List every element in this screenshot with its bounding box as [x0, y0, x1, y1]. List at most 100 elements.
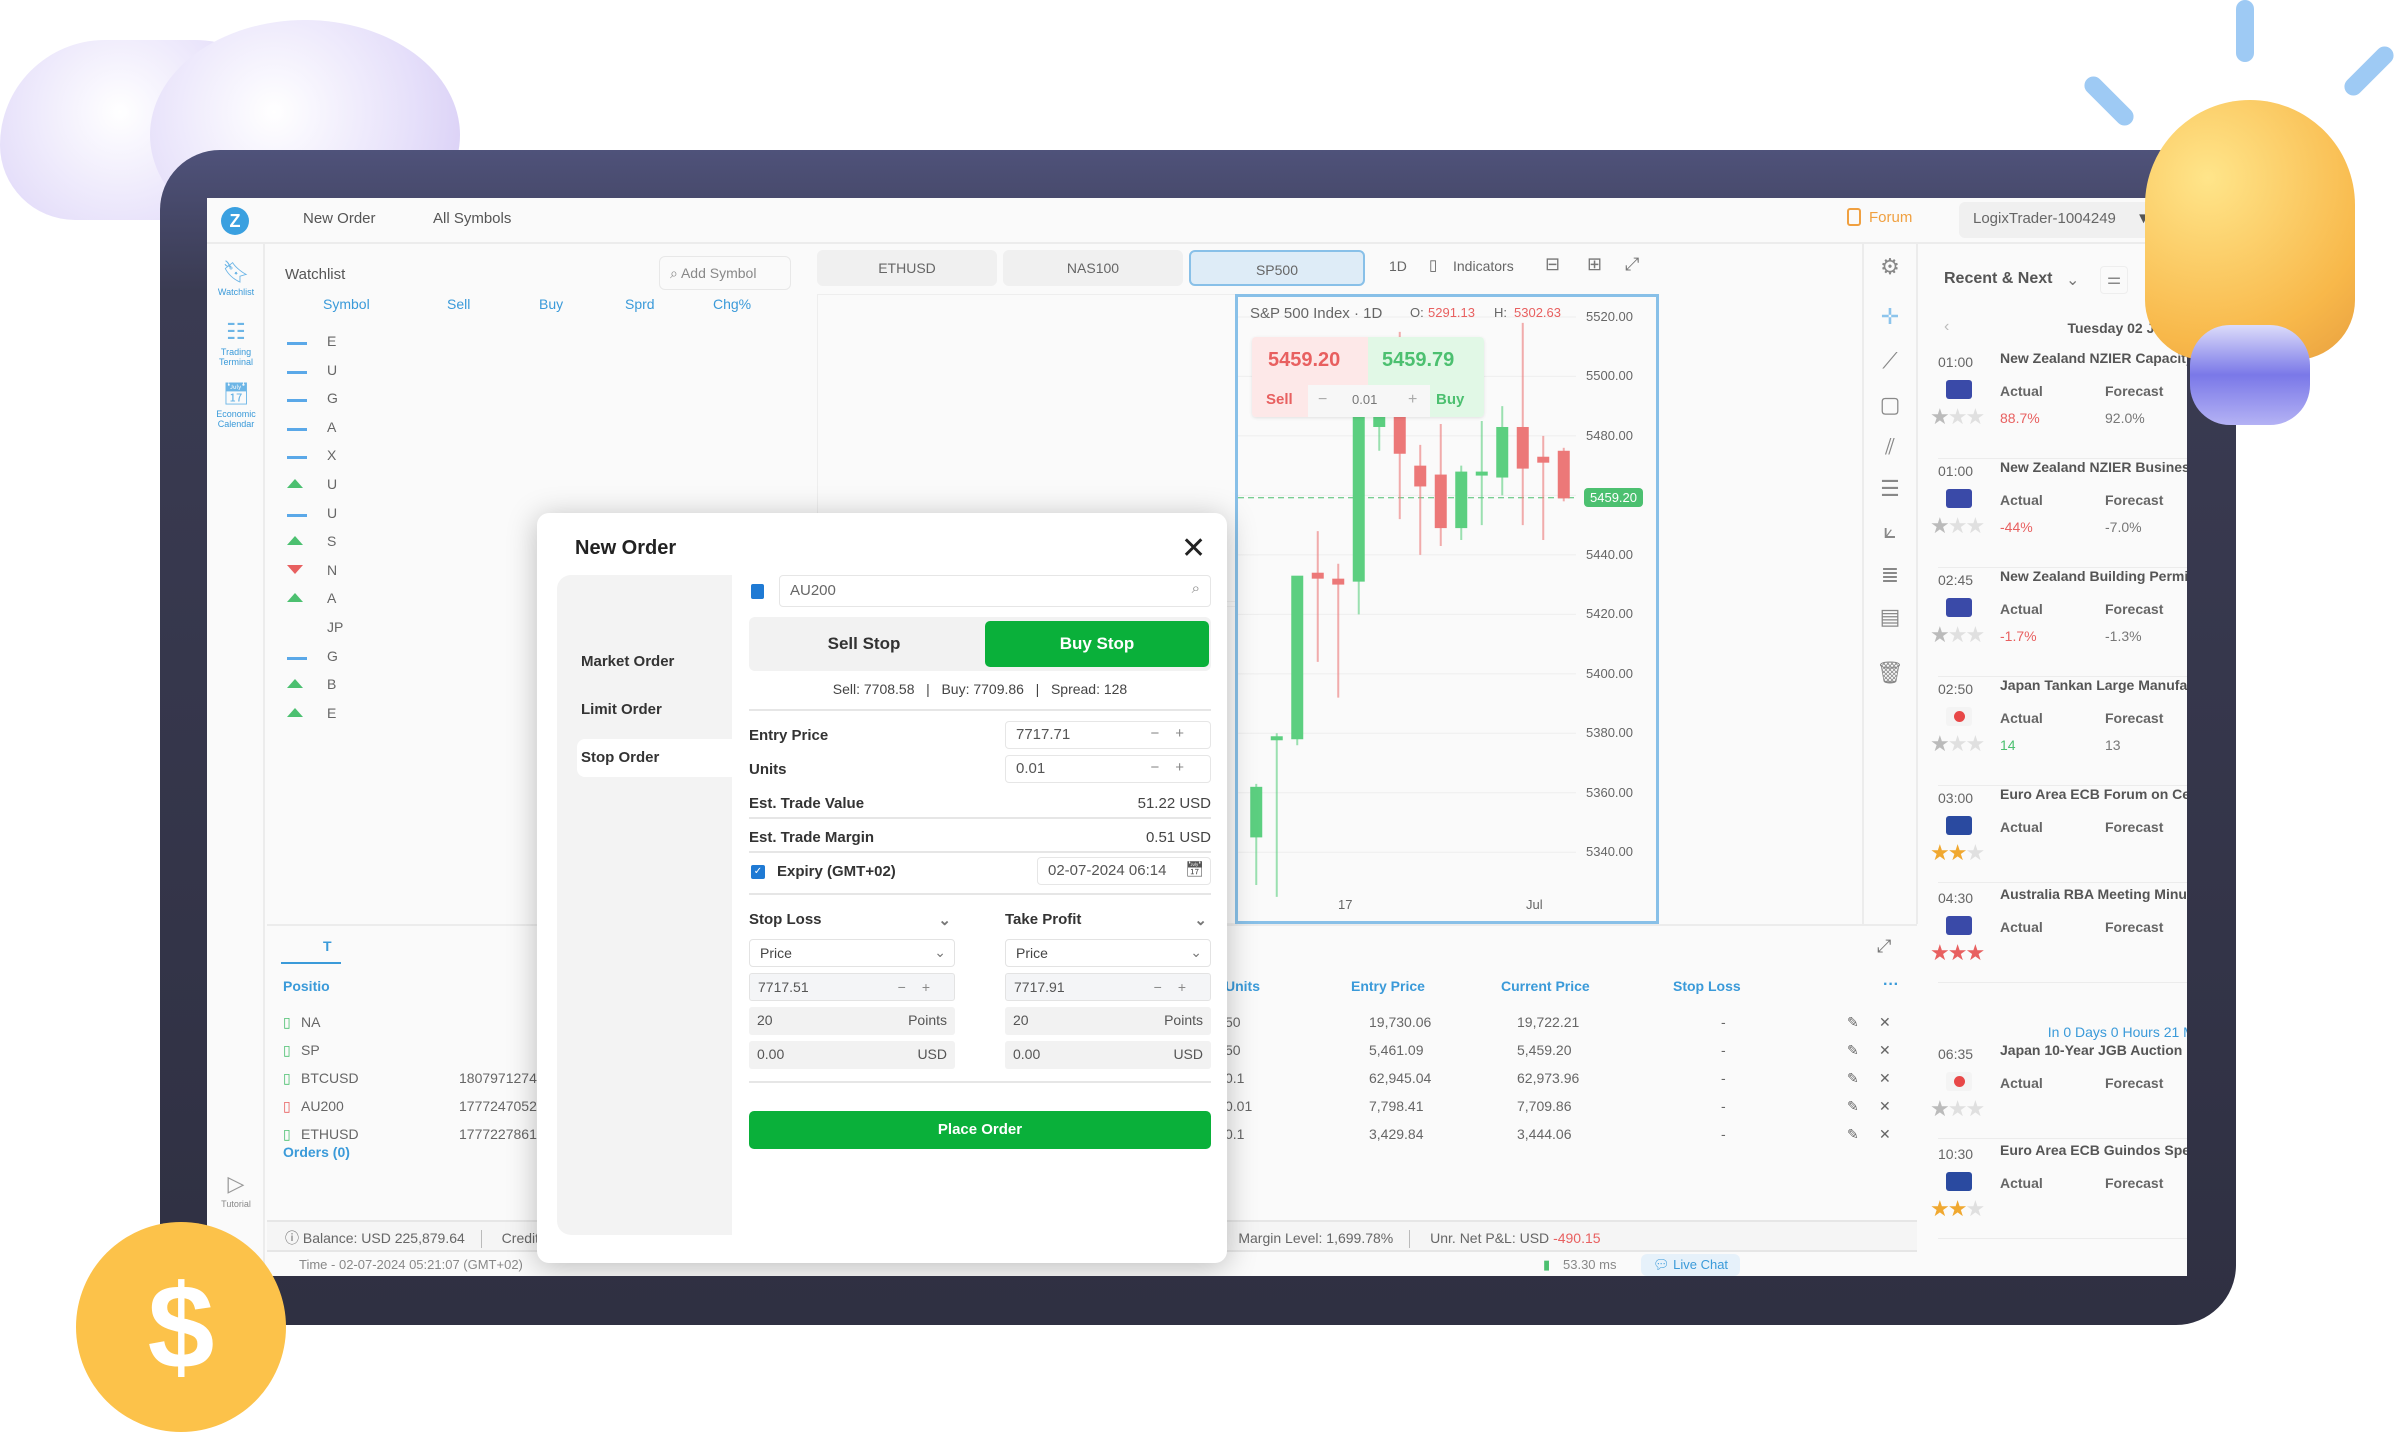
edit-icon[interactable]: ✎ — [1847, 1126, 1859, 1143]
watchlist-symbol[interactable]: E — [327, 333, 336, 349]
col-buy[interactable]: Buy — [539, 296, 563, 312]
expiry-input[interactable]: 02-07-2024 06:14 📅︎ — [1037, 857, 1211, 885]
watchlist-symbol[interactable]: B — [327, 676, 336, 692]
buy-stop-button[interactable]: Buy Stop — [985, 621, 1209, 667]
tab-nas100[interactable]: NAS100 — [1003, 250, 1183, 286]
live-chat-button[interactable]: 💬︎ Live Chat — [1641, 1254, 1741, 1276]
minus-plus-icons[interactable]: −+ — [1154, 979, 1202, 995]
edit-icon[interactable]: ✎ — [1847, 1070, 1859, 1087]
crosshair-icon[interactable]: ✛ — [1864, 304, 1916, 330]
symbol-input[interactable]: AU200 ⌕ — [779, 575, 1211, 607]
chevron-down-icon[interactable]: ⌄ — [2066, 270, 2079, 290]
calendar-title[interactable]: Recent & Next — [1944, 270, 2052, 288]
text-note-icon[interactable]: ▤ — [1864, 604, 1916, 630]
units-stepper[interactable]: 0.01 −+ — [1005, 755, 1211, 783]
watchlist-symbol[interactable]: S — [327, 533, 336, 549]
watchlist-symbol[interactable]: X — [327, 447, 336, 463]
order-type-stop[interactable]: Stop Order — [577, 739, 732, 777]
order-type-market[interactable]: Market Order — [577, 643, 732, 681]
fan-icon[interactable]: ⟀ — [1864, 518, 1916, 544]
tab-trades[interactable]: T — [323, 938, 332, 954]
watchlist-symbol[interactable]: G — [327, 648, 338, 664]
watchlist-symbol[interactable]: U — [327, 505, 337, 521]
plus-icon[interactable]: + — [1408, 391, 1417, 409]
close-position-icon[interactable]: ✕ — [1879, 1014, 1891, 1031]
close-position-icon[interactable]: ✕ — [1879, 1126, 1891, 1143]
fib-icon[interactable]: ≣ — [1864, 562, 1916, 588]
place-order-button[interactable]: Place Order — [749, 1111, 1211, 1149]
col-current-price[interactable]: Current Price — [1501, 978, 1590, 994]
minus-plus-icons[interactable]: −+ — [1150, 725, 1200, 742]
close-position-icon[interactable]: ✕ — [1879, 1098, 1891, 1115]
trend-line-icon[interactable]: ⟋ — [1864, 348, 1916, 374]
watchlist-symbol[interactable]: N — [327, 562, 337, 578]
sell-stop-button[interactable]: Sell Stop — [749, 617, 979, 671]
edit-icon[interactable]: ✎ — [1847, 1042, 1859, 1059]
take-profit-price-stepper[interactable]: 7717.91 −+ — [1005, 973, 1211, 1001]
entry-price-stepper[interactable]: 7717.71 −+ — [1005, 721, 1211, 749]
horizontal-lines-icon[interactable]: ☰ — [1864, 476, 1916, 502]
parallel-lines-icon[interactable]: ⫽ — [1864, 434, 1916, 460]
nav-tutorial[interactable]: ▷ Tutorial — [207, 1171, 265, 1210]
positions-label[interactable]: Positio — [283, 978, 330, 994]
app-logo[interactable]: Z — [221, 207, 249, 235]
forum-link[interactable]: Forum — [1847, 208, 1912, 226]
account-selector[interactable]: LogixTrader-1004249 ▼ — [1959, 202, 2159, 238]
watchlist-symbol[interactable]: U — [327, 476, 337, 492]
stop-loss-usd-input[interactable]: 0.00 USD — [749, 1041, 955, 1069]
nav-watchlist[interactable]: 🔖︎ Watchlist — [207, 259, 265, 298]
minus-icon[interactable]: − — [1318, 391, 1327, 409]
interval-selector[interactable]: 1D — [1389, 258, 1407, 274]
stop-loss-price-stepper[interactable]: 7717.51 −+ — [749, 973, 955, 1001]
tab-sp500[interactable]: SP500 — [1189, 250, 1365, 286]
more-icon[interactable]: ··· — [1883, 976, 1899, 994]
fullscreen-icon[interactable]: ⤢ — [1625, 254, 1639, 275]
sp500-chart[interactable]: S&P 500 Index · 1D O: 5291.13 H: 5302.63… — [1235, 294, 1659, 924]
quantity-stepper[interactable]: − 0.01 + — [1308, 385, 1430, 417]
edit-icon[interactable]: ✎ — [1847, 1098, 1859, 1115]
new-order-link[interactable]: New Order — [303, 210, 376, 227]
rectangle-icon[interactable]: ▢ — [1864, 392, 1916, 418]
col-units[interactable]: Units — [1225, 978, 1260, 994]
col-entry-price[interactable]: Entry Price — [1351, 978, 1425, 994]
nav-trading-terminal[interactable]: ☷ Trading Terminal — [207, 319, 265, 368]
add-symbol-input[interactable]: ⌕ Add Symbol — [659, 256, 791, 290]
expand-icon[interactable]: ⤢ — [1877, 936, 1891, 957]
nav-economic-calendar[interactable]: 📅︎ Economic Calendar — [207, 381, 265, 430]
tab-ethusd[interactable]: ETHUSD — [817, 250, 997, 286]
expiry-checkbox[interactable]: ✓ — [751, 865, 765, 879]
watchlist-symbol[interactable]: G — [327, 390, 338, 406]
take-profit-points-input[interactable]: 20 Points — [1005, 1007, 1211, 1035]
close-position-icon[interactable]: ✕ — [1879, 1070, 1891, 1087]
indicators-button[interactable]: Indicators — [1453, 258, 1514, 274]
stop-loss-mode-select[interactable]: Price ⌄ — [749, 939, 955, 967]
layout-icon[interactable]: ⊞ — [1587, 254, 1602, 275]
stop-loss-header[interactable]: Stop Loss ⌄ — [749, 911, 955, 929]
take-profit-header[interactable]: Take Profit ⌄ — [1005, 911, 1211, 929]
layers-icon[interactable]: ⊟ — [1545, 254, 1560, 275]
minus-plus-icons[interactable]: −+ — [898, 979, 946, 995]
take-profit-mode-select[interactable]: Price ⌄ — [1005, 939, 1211, 967]
close-icon[interactable]: ✕ — [1181, 531, 1206, 566]
gear-icon[interactable]: ⚙ — [1864, 254, 1916, 280]
all-symbols-link[interactable]: All Symbols — [433, 210, 511, 227]
orders-label[interactable]: Orders (0) — [283, 1144, 350, 1160]
watchlist-symbol[interactable]: A — [327, 590, 336, 606]
take-profit-usd-input[interactable]: 0.00 USD — [1005, 1041, 1211, 1069]
watchlist-symbol[interactable]: JP — [327, 619, 343, 635]
order-type-limit[interactable]: Limit Order — [577, 691, 732, 729]
trash-icon[interactable]: 🗑︎ — [1864, 660, 1916, 686]
watchlist-symbol[interactable]: A — [327, 419, 336, 435]
col-change[interactable]: Chg% — [713, 296, 751, 312]
close-position-icon[interactable]: ✕ — [1879, 1042, 1891, 1059]
watchlist-symbol[interactable]: U — [327, 362, 337, 378]
minus-plus-icons[interactable]: −+ — [1150, 759, 1200, 776]
stop-loss-points-input[interactable]: 20 Points — [749, 1007, 955, 1035]
calendar-icon[interactable]: 📅︎ — [1185, 860, 1204, 878]
watchlist-symbol[interactable]: E — [327, 705, 336, 721]
filter-icon[interactable]: ⚌ — [2100, 266, 2128, 294]
edit-icon[interactable]: ✎ — [1847, 1014, 1859, 1031]
indicators-icon[interactable]: ▯ — [1429, 256, 1437, 274]
col-sell[interactable]: Sell — [447, 296, 470, 312]
col-spread[interactable]: Sprd — [625, 296, 655, 312]
